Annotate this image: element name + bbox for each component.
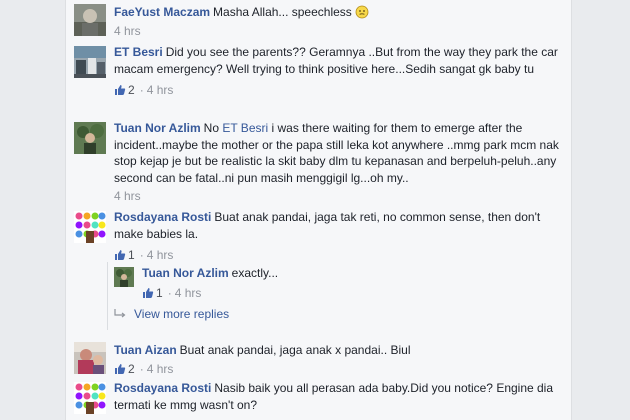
neutral-face-emoji-icon (355, 5, 369, 19)
like-icon[interactable] (114, 249, 126, 261)
comment-meta: 1 · 4 hrs (142, 285, 552, 301)
comment-body: FaeYust Maczam Masha Allah... speechless … (114, 4, 564, 39)
comment-author[interactable]: Tuan Aizan (114, 343, 177, 357)
comment-body: Tuan Nor Azlim No ET Besri i was there wa… (114, 120, 564, 204)
separator-dot: · (139, 248, 144, 262)
like-count[interactable]: 1 (156, 285, 163, 301)
like-count[interactable]: 2 (128, 82, 135, 98)
comment-body: Rosdayana Rosti Buat anak pandai, jaga ta… (114, 209, 564, 263)
like-icon[interactable] (142, 287, 154, 299)
comment-author[interactable]: ET Besri (114, 45, 163, 59)
reply-thread-line (107, 262, 108, 330)
comment-meta: 4 hrs (114, 188, 564, 204)
comment-prefix: No (203, 121, 220, 135)
comment-body: Tuan Aizan Buat anak pandai, jaga anak x … (114, 342, 564, 377)
separator-dot: · (139, 83, 144, 97)
comment-text: Did you see the parents?? Geramnya ..But… (114, 45, 558, 76)
avatar[interactable] (114, 267, 134, 287)
comment-timestamp[interactable]: 4 hrs (175, 285, 202, 301)
comment-author[interactable]: FaeYust Maczam (114, 5, 210, 19)
avatar[interactable] (74, 382, 106, 414)
comment-timestamp[interactable]: 4 hrs (147, 82, 174, 98)
comment-timestamp[interactable]: 4 hrs (147, 361, 174, 377)
comment-body: Rosdayana Rosti Nasib baik you all perasa… (114, 380, 564, 413)
avatar[interactable] (74, 46, 106, 78)
comment-text: Masha Allah... speechless (213, 5, 352, 19)
like-count[interactable]: 1 (128, 247, 135, 263)
view-more-replies-label: View more replies (134, 307, 230, 321)
comment-meta: 1 · 4 hrs (114, 247, 564, 263)
comment-author[interactable]: Tuan Nor Azlim (142, 266, 229, 280)
reply-body: Tuan Nor Azlim exactly... 1 · 4 hrs (142, 265, 552, 301)
like-icon[interactable] (114, 363, 126, 375)
comment-timestamp[interactable]: 4 hrs (114, 23, 141, 39)
comment-timestamp[interactable]: 4 hrs (147, 247, 174, 263)
comment-meta: 2 · 4 hrs (114, 82, 564, 98)
separator-dot: · (167, 285, 172, 300)
avatar[interactable] (74, 122, 106, 154)
avatar[interactable] (74, 342, 106, 374)
comment-author[interactable]: Rosdayana Rosti (114, 381, 211, 395)
like-count[interactable]: 2 (128, 361, 135, 377)
like-icon[interactable] (114, 84, 126, 96)
avatar[interactable] (74, 4, 106, 36)
view-more-replies-link[interactable]: View more replies (114, 307, 229, 321)
separator-dot: · (139, 361, 144, 376)
reply-arrow-icon (114, 308, 126, 320)
avatar[interactable] (74, 211, 106, 243)
comment-body: ET Besri Did you see the parents?? Geramn… (114, 44, 564, 98)
mention-link[interactable]: ET Besri (222, 121, 268, 135)
comment-meta: 2 · 4 hrs (114, 361, 564, 377)
comment-author[interactable]: Rosdayana Rosti (114, 210, 211, 224)
comment-text: Buat anak pandai, jaga anak x pandai.. B… (179, 343, 411, 357)
comment-meta: 4 hrs (114, 23, 564, 39)
comments-panel: FaeYust Maczam Masha Allah... speechless … (65, 0, 572, 420)
comment-text: exactly... (231, 266, 279, 280)
comment-author[interactable]: Tuan Nor Azlim (114, 121, 201, 135)
comment-timestamp[interactable]: 4 hrs (114, 188, 141, 204)
